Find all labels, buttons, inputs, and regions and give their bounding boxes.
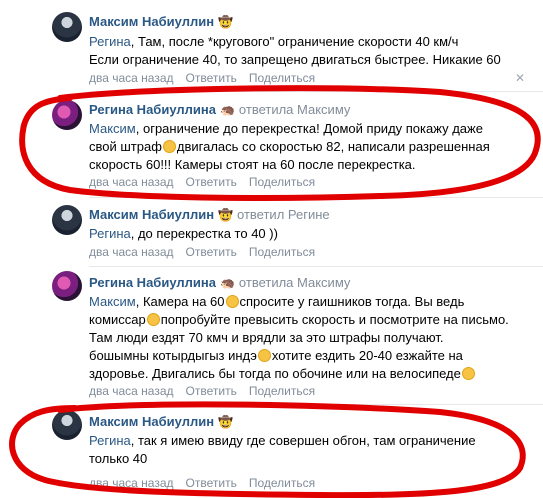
author-name[interactable]: Регина Набиуллина [89,275,216,290]
divider [89,266,543,267]
timestamp[interactable]: два часа назад [89,175,174,189]
comment-text: Регина, так я имею ввиду где совершен об… [89,433,476,466]
grin-emoji-icon [146,313,160,326]
divider [89,197,543,198]
share-button[interactable]: Поделиться [249,476,315,490]
comment-meta: два часа назад Ответить Поделиться [89,71,315,85]
comment-header: Регина Набиуллина 🦔 ответила Максиму [89,275,350,290]
comment-header: Регина Набиуллина 🦔 ответила Максиму [89,102,350,117]
cowboy-emoji-icon: 🤠 [218,208,234,222]
avatar[interactable] [52,12,82,42]
author-name[interactable]: Регина Набиуллина [89,102,216,117]
close-icon[interactable]: ✕ [515,71,525,85]
comment-text: Регина, до перекрестка то 40 )) [89,226,278,241]
timestamp[interactable]: два часа назад [89,71,174,85]
mention-link[interactable]: Максим [89,294,136,309]
reply-button[interactable]: Ответить [186,175,237,189]
mention-link[interactable]: Регина [89,34,131,49]
comment-text: Максим, ограничение до перекрестка! Домо… [89,121,490,172]
share-button[interactable]: Поделиться [249,175,315,189]
comment-meta: два часа назад Ответить Поделиться [89,245,315,259]
share-button[interactable]: Поделиться [249,245,315,259]
share-button[interactable]: Поделиться [249,384,315,398]
comment-header: Максим Набиуллин 🤠 [89,14,233,29]
cowboy-emoji-icon: 🤠 [218,15,234,29]
comment-text: Максим, Камера на 60 спросите у гаишников… [89,294,509,381]
hedgehog-emoji-icon: 🦔 [219,276,235,290]
replied-to-link[interactable]: ответил Регине [237,207,330,222]
timestamp[interactable]: два часа назад [89,245,174,259]
author-name[interactable]: Максим Набиуллин [89,14,214,29]
mention-link[interactable]: Регина [89,433,131,448]
divider [89,91,543,92]
avatar[interactable] [52,410,82,440]
reply-button[interactable]: Ответить [186,71,237,85]
reply-button[interactable]: Ответить [186,384,237,398]
grin-emoji-icon [461,367,475,380]
grin-emoji-icon [257,349,271,362]
author-name[interactable]: Максим Набиуллин [89,207,214,222]
avatar[interactable] [52,100,82,130]
divider [89,404,543,405]
comment-header: Максим Набиуллин 🤠 [89,414,233,429]
author-name[interactable]: Максим Набиуллин [89,414,214,429]
avatar[interactable] [52,271,82,301]
mention-link[interactable]: Регина [89,226,131,241]
hedgehog-emoji-icon: 🦔 [219,103,235,117]
replied-to-link[interactable]: ответила Максиму [239,275,350,290]
dizzy-emoji-icon [225,295,239,308]
reply-button[interactable]: Ответить [186,476,237,490]
mention-link[interactable]: Максим [89,121,136,136]
reply-button[interactable]: Ответить [186,245,237,259]
timestamp[interactable]: два часа назад [89,384,174,398]
avatar[interactable] [52,205,82,235]
comment-meta: два часа назад Ответить Поделиться [89,384,315,398]
comment-meta: два часа назад Ответить Поделиться [89,476,315,490]
grin-emoji-icon [162,140,176,153]
replied-to-link[interactable]: ответила Максиму [239,102,350,117]
comment-header: Максим Набиуллин 🤠 ответил Регине [89,207,330,222]
comment-meta: два часа назад Ответить Поделиться [89,175,315,189]
share-button[interactable]: Поделиться [249,71,315,85]
cowboy-emoji-icon: 🤠 [218,415,234,429]
comment-text: Регина, Там, после *кругового" ограничен… [89,34,501,67]
timestamp[interactable]: два часа назад [89,476,174,490]
